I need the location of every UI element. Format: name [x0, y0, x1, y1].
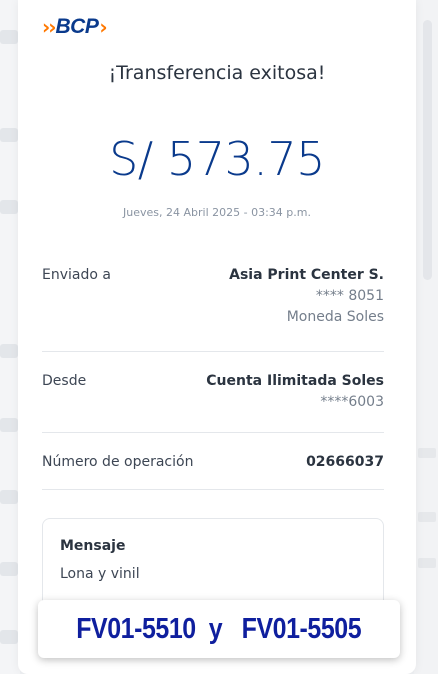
sent-to-label: Enviado a [42, 267, 111, 283]
logo-chevron-right-icon: › [99, 15, 107, 39]
background-ghost [418, 558, 436, 568]
transfer-date: Jueves, 24 Abril 2025 - 03:34 p.m. [123, 206, 311, 219]
background-ghost [0, 30, 18, 44]
divider [42, 432, 384, 433]
background-ghost [418, 448, 436, 458]
transfer-amount: S/ 573.75 [109, 132, 325, 186]
divider [42, 351, 384, 352]
from-values: Cuenta Ilimitada Soles ****6003 [206, 373, 384, 410]
logo-chevron-left-icon: ›› [42, 15, 57, 39]
sent-to-row: Enviado a Asia Print Center S. **** 8051… [42, 267, 384, 337]
sent-to-values: Asia Print Center S. **** 8051 Moneda So… [229, 267, 384, 325]
background-ghost [0, 344, 18, 358]
background-ghost [0, 490, 18, 504]
from-label: Desde [42, 373, 87, 389]
logo-wordmark: BCP [55, 15, 99, 38]
recipient-account: **** 8051 [315, 288, 384, 304]
background-app-left [0, 0, 20, 674]
background-scrollbar [423, 20, 432, 280]
source-account-number: ****6003 [320, 394, 384, 410]
recipient-name: Asia Print Center S. [229, 267, 384, 283]
invoice-reference-overlay: FV01-5510 y FV01-5505 [38, 600, 400, 658]
source-account-name: Cuenta Ilimitada Soles [206, 373, 384, 389]
operation-label: Número de operación [42, 454, 194, 470]
transfer-receipt-card: ›› BCP › ¡Transferencia exitosa! S/ 573.… [18, 0, 416, 674]
message-text: Lona y vinil [60, 566, 140, 582]
background-app-right [414, 0, 438, 674]
invoice-reference-text: FV01-5510 y FV01-5505 [76, 612, 362, 645]
message-label: Mensaje [60, 538, 126, 554]
operation-row: Número de operación 02666037 [42, 454, 384, 476]
operation-number: 02666037 [306, 454, 384, 470]
background-ghost [418, 512, 436, 522]
page-title: ¡Transferencia exitosa! [108, 62, 326, 84]
divider [42, 489, 384, 490]
background-ghost [0, 562, 18, 576]
recipient-currency: Moneda Soles [286, 309, 384, 325]
bcp-logo: ›› BCP › [42, 14, 108, 40]
background-ghost [0, 418, 18, 432]
from-row: Desde Cuenta Ilimitada Soles ****6003 [42, 373, 384, 417]
background-ghost [0, 200, 18, 214]
background-ghost [0, 128, 18, 142]
background-ghost [0, 630, 18, 644]
operation-values: 02666037 [306, 454, 384, 470]
